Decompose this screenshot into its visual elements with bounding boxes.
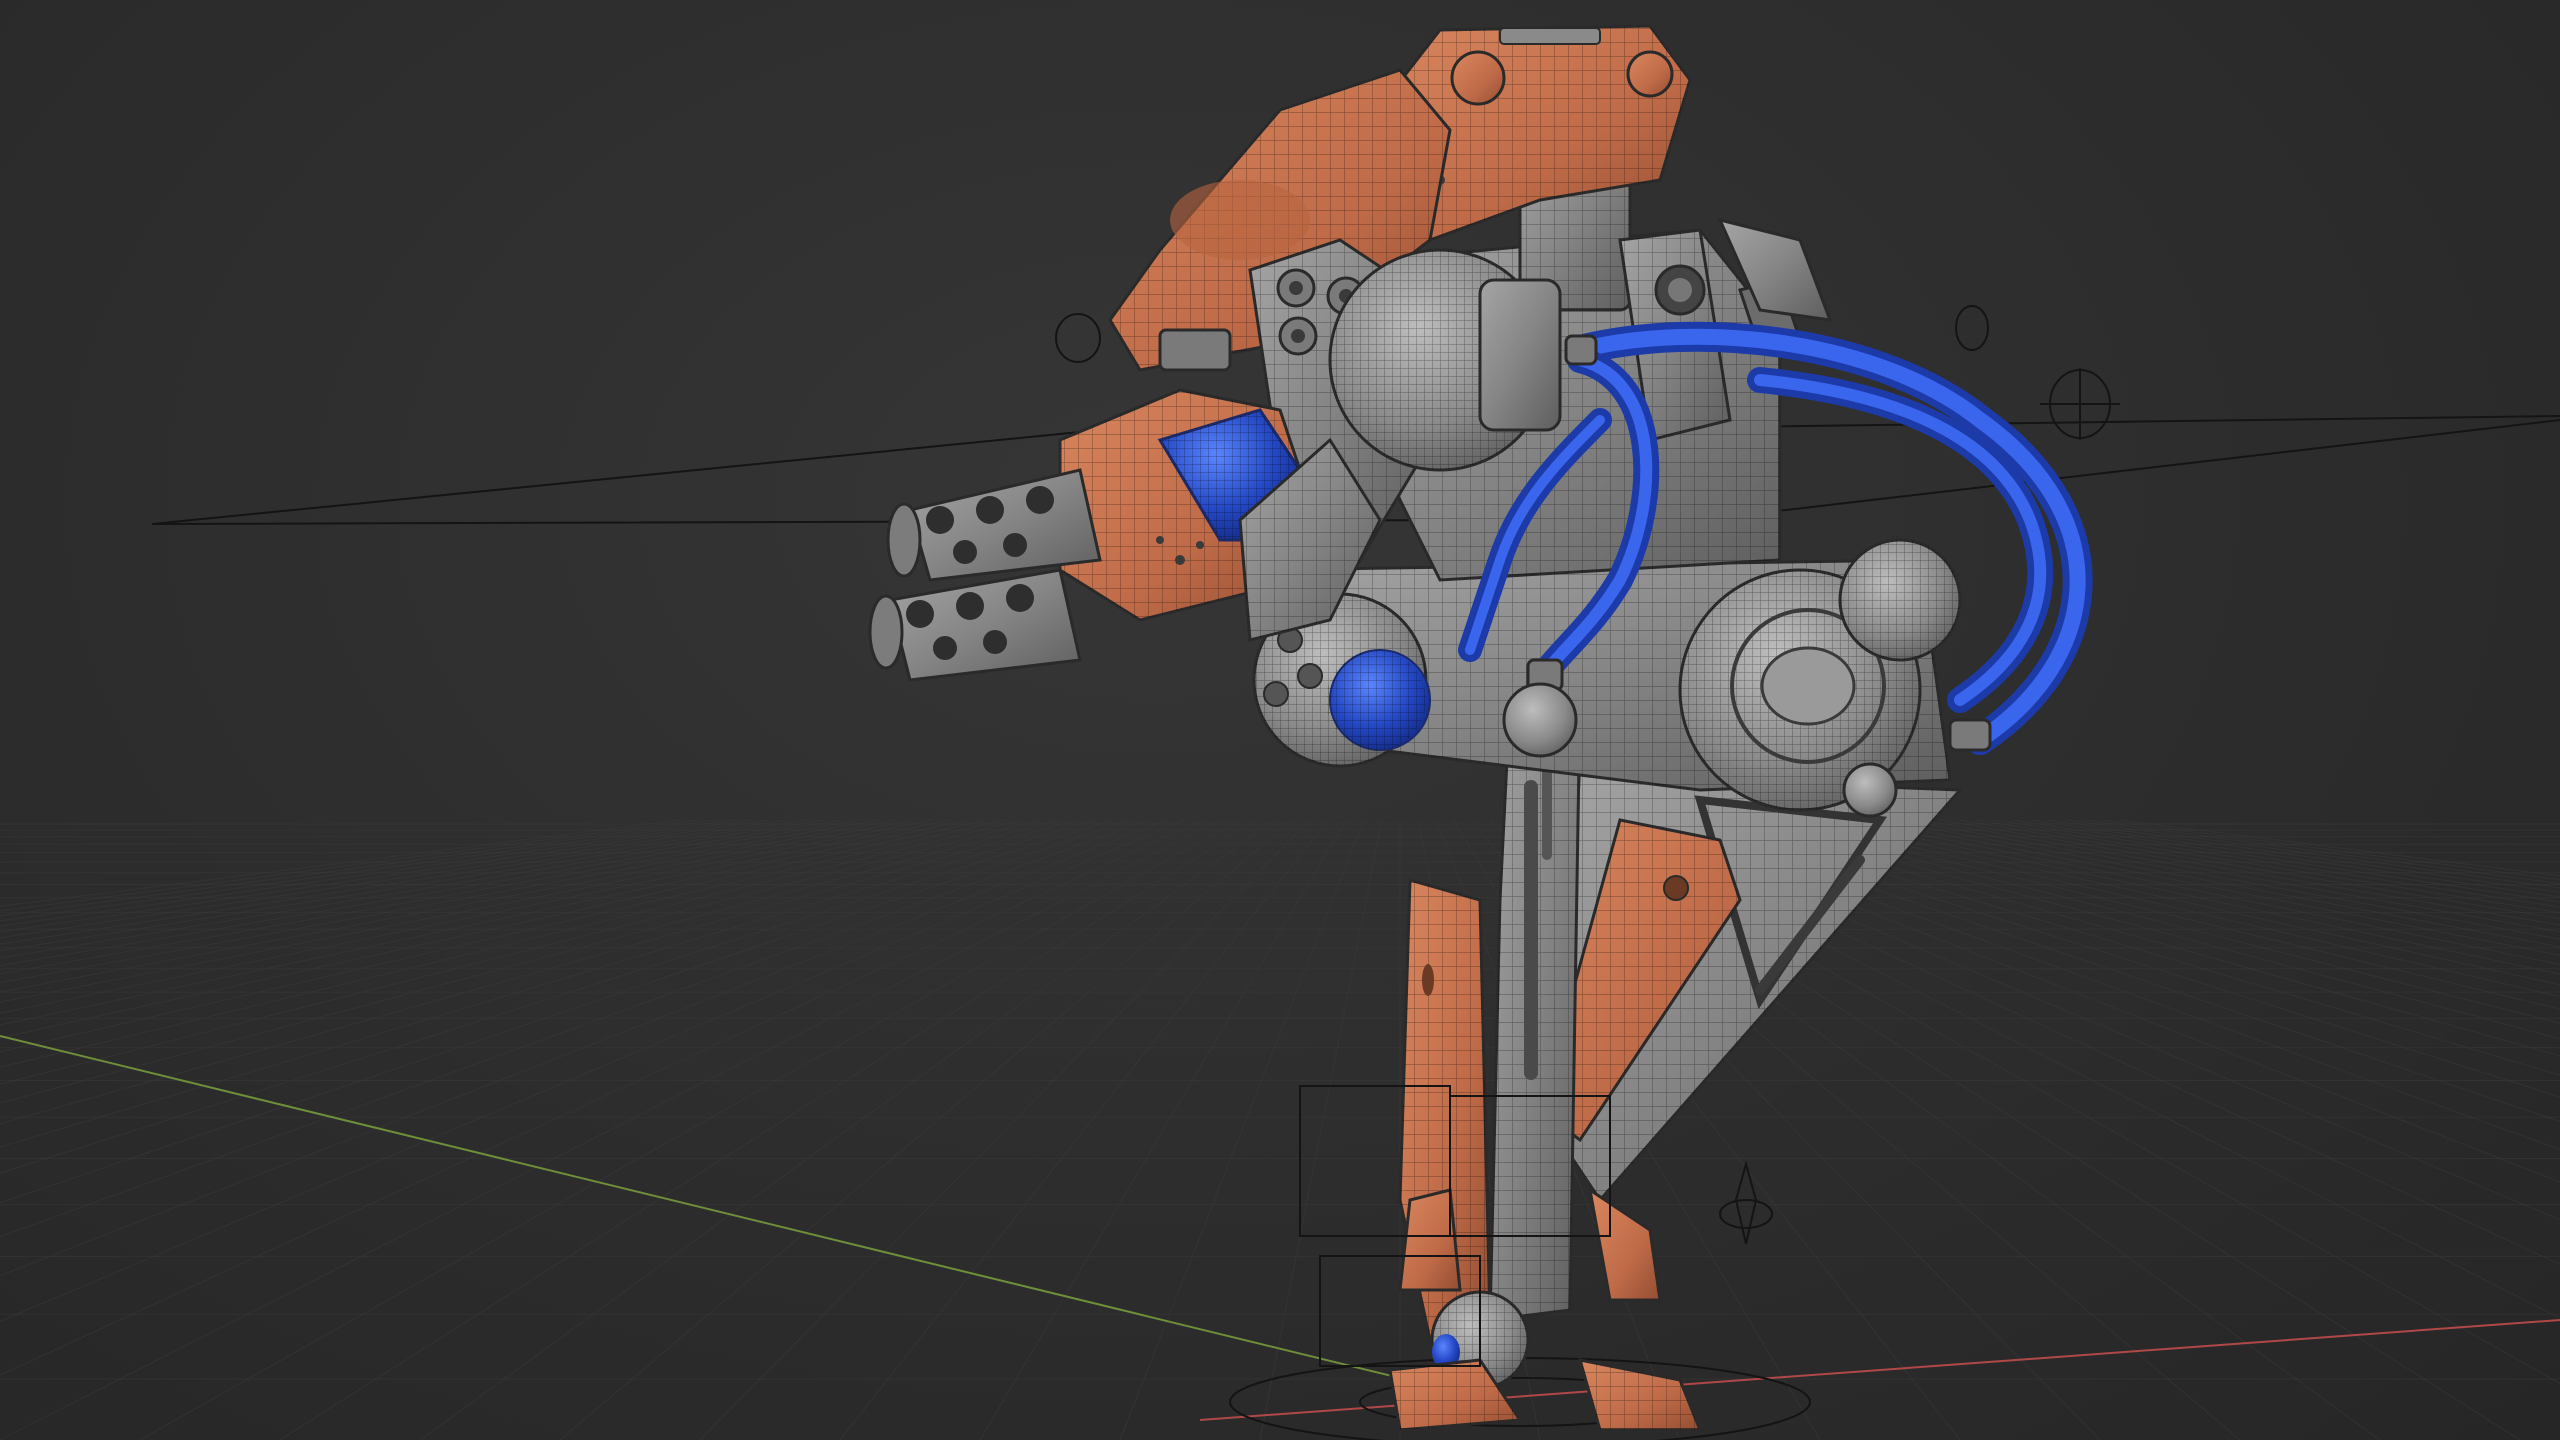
robot-mech-model[interactable]: [868, 24, 2093, 1432]
viewport-scene[interactable]: [0, 0, 2560, 1440]
3d-viewport[interactable]: [0, 0, 2560, 1440]
main-leg-strut[interactable]: [1488, 698, 1582, 1322]
foot-control-ring[interactable]: [1229, 1357, 1811, 1440]
y-axis-line: [0, 1035, 1401, 1379]
rear-leg-strut[interactable]: [1538, 758, 1964, 1203]
pole-target-control[interactable]: [1719, 1160, 1773, 1245]
